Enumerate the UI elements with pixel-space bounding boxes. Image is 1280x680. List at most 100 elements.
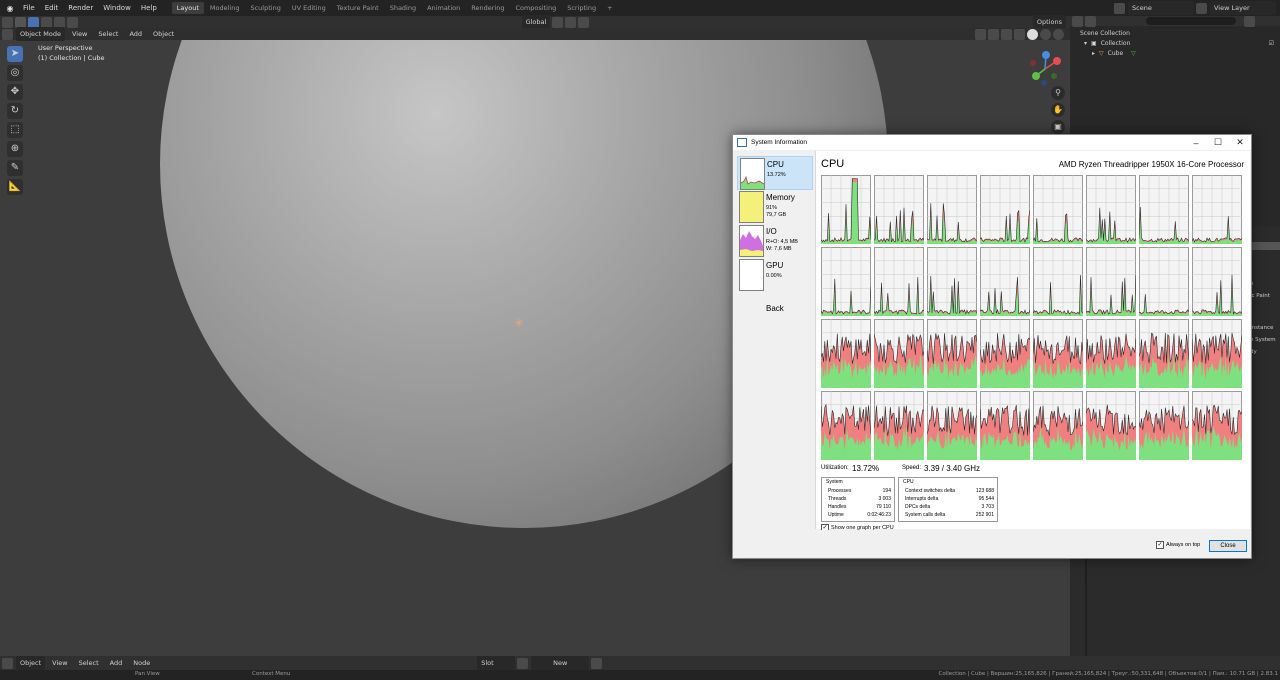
- visibility-icon[interactable]: [975, 28, 986, 40]
- transform-tool-icon[interactable]: ⊕: [7, 141, 23, 157]
- rotate-tool-icon[interactable]: ↻: [7, 103, 23, 119]
- timeline-select-menu[interactable]: Select: [75, 656, 103, 670]
- add-menu[interactable]: Add: [125, 27, 146, 41]
- new-material-button[interactable]: New: [531, 656, 590, 670]
- nav-gpu[interactable]: GPU 0.00%: [737, 258, 811, 291]
- nav-memory-label: Memory: [766, 193, 795, 202]
- add-workspace-button[interactable]: +: [602, 2, 617, 14]
- pin-icon[interactable]: [591, 657, 603, 669]
- zoom-icon[interactable]: ⚲: [1051, 86, 1065, 100]
- options-dropdown[interactable]: Options: [1032, 15, 1066, 29]
- select-box-icon[interactable]: [15, 16, 26, 28]
- menu-render[interactable]: Render: [63, 4, 98, 12]
- tab-shading[interactable]: Shading: [385, 2, 421, 14]
- tab-animation[interactable]: Animation: [422, 2, 465, 14]
- nav-cpu[interactable]: CPU 13.72%: [737, 156, 813, 190]
- shading-solid-icon[interactable]: [1027, 28, 1038, 40]
- timeline-view-menu[interactable]: View: [48, 656, 71, 670]
- status-bar: Pan View Context Menu Collection | Cube …: [0, 670, 1280, 680]
- editor-type-icon[interactable]: [2, 657, 13, 669]
- maximize-icon[interactable]: ☐: [1207, 137, 1229, 148]
- stat-key: DPCs delta: [905, 504, 931, 510]
- scale-tool-icon[interactable]: ⬚: [7, 122, 23, 138]
- measure-tool-icon[interactable]: 📐: [7, 179, 23, 195]
- tab-texture-paint[interactable]: Texture Paint: [332, 2, 384, 14]
- gizmo-toggle-icon[interactable]: [988, 28, 999, 40]
- select-intersect-icon[interactable]: [67, 16, 78, 28]
- close-button[interactable]: Close: [1209, 540, 1247, 552]
- collection-row[interactable]: ▾ ▣ Collection ☑: [1070, 38, 1280, 48]
- select-subtract-icon[interactable]: [54, 16, 65, 28]
- stat-row: Context switches delta 123 688: [899, 487, 997, 495]
- camera-icon[interactable]: ▣: [1051, 120, 1065, 134]
- outliner-editor-icon[interactable]: [1072, 15, 1083, 27]
- xray-icon[interactable]: [1014, 28, 1025, 40]
- mode-icon[interactable]: [2, 28, 13, 40]
- tab-layout[interactable]: Layout: [171, 2, 204, 14]
- cube-row[interactable]: ▸ ▽ Cube ▽: [1070, 48, 1280, 58]
- tab-compositing[interactable]: Compositing: [510, 2, 561, 14]
- object-mode-dropdown[interactable]: Object Mode: [16, 27, 65, 41]
- editor-type-icon[interactable]: [2, 16, 13, 28]
- shading-rendered-icon[interactable]: [1053, 28, 1064, 40]
- menu-edit[interactable]: Edit: [40, 4, 64, 12]
- close-window-icon[interactable]: ✕: [1229, 137, 1251, 148]
- tab-scripting[interactable]: Scripting: [562, 2, 601, 14]
- object-origin-icon: ✳: [514, 316, 525, 330]
- select-extend-icon[interactable]: [41, 16, 52, 28]
- back-link[interactable]: Back: [766, 304, 784, 313]
- proportional-edit-icon[interactable]: [578, 16, 590, 28]
- view-layer-icon[interactable]: [1196, 2, 1207, 14]
- view-menu[interactable]: View: [68, 27, 91, 41]
- shading-material-icon[interactable]: [1040, 28, 1051, 40]
- always-on-top-checkbox[interactable]: ✓: [1156, 541, 1164, 549]
- blender-logo-icon[interactable]: ◉: [4, 4, 16, 13]
- tab-rendering[interactable]: Rendering: [466, 2, 509, 14]
- menu-file[interactable]: File: [18, 4, 40, 12]
- object-menu[interactable]: Object: [149, 27, 178, 41]
- nav-io-write: W: 7,6 MB: [766, 246, 792, 252]
- outliner-sort-icon[interactable]: [1244, 15, 1255, 27]
- cursor-tool-icon[interactable]: ◎: [7, 65, 23, 81]
- outliner-filter-icon[interactable]: [1085, 15, 1096, 27]
- view-layer-selector[interactable]: View Layer: [1210, 1, 1276, 15]
- minimize-icon[interactable]: –: [1185, 138, 1207, 148]
- outliner-search-input[interactable]: [1146, 17, 1236, 25]
- tab-modeling[interactable]: Modeling: [205, 2, 245, 14]
- select-mode-icon[interactable]: [28, 16, 39, 28]
- move-tool-icon[interactable]: ✥: [7, 84, 23, 100]
- object-dropdown[interactable]: Object: [16, 656, 46, 670]
- collection-checkbox[interactable]: ☑: [1269, 40, 1274, 47]
- nav-io[interactable]: I/O R+O: 4,5 MB W: 7,6 MB: [737, 224, 811, 257]
- cpu-core-graph: [1033, 175, 1083, 244]
- nav-memory[interactable]: Memory 91% 79,7 GB: [737, 190, 811, 223]
- navigation-gizmo[interactable]: [1026, 50, 1064, 88]
- scene-collection-row[interactable]: Scene Collection: [1070, 28, 1280, 38]
- pan-hand-icon[interactable]: ✋: [1051, 103, 1065, 117]
- window-titlebar[interactable]: System Information – ☐ ✕: [733, 135, 1251, 150]
- select-menu[interactable]: Select: [94, 27, 122, 41]
- material-icon[interactable]: [517, 657, 529, 669]
- expand-arrow-icon[interactable]: ▸: [1092, 50, 1095, 57]
- stat-row: Threads 3 003: [822, 495, 894, 503]
- cpu-core-graph: [874, 391, 924, 460]
- select-tool-icon[interactable]: ➤: [7, 46, 23, 62]
- timeline-node-menu[interactable]: Node: [129, 656, 154, 670]
- pivot-icon[interactable]: [552, 16, 564, 28]
- annotate-tool-icon[interactable]: ✎: [7, 160, 23, 176]
- menu-help[interactable]: Help: [136, 4, 162, 12]
- overlay-icon[interactable]: [1001, 28, 1012, 40]
- slot-dropdown[interactable]: Slot: [477, 656, 516, 670]
- always-on-top-option[interactable]: ✓ Always on top: [1156, 541, 1200, 549]
- timeline-add-menu[interactable]: Add: [106, 656, 127, 670]
- menu-window[interactable]: Window: [98, 4, 136, 12]
- transform-orientation-dropdown[interactable]: Global: [521, 15, 551, 29]
- tab-uv-editing[interactable]: UV Editing: [287, 2, 331, 14]
- scene-selector[interactable]: Scene: [1128, 1, 1194, 15]
- tab-sculpting[interactable]: Sculpting: [245, 2, 285, 14]
- stat-row: DPCs delta 3 703: [899, 503, 997, 511]
- scene-icon[interactable]: [1114, 2, 1125, 14]
- cpu-core-graph: [1086, 391, 1136, 460]
- expand-arrow-icon[interactable]: ▾: [1084, 40, 1087, 47]
- snap-icon[interactable]: [565, 16, 577, 28]
